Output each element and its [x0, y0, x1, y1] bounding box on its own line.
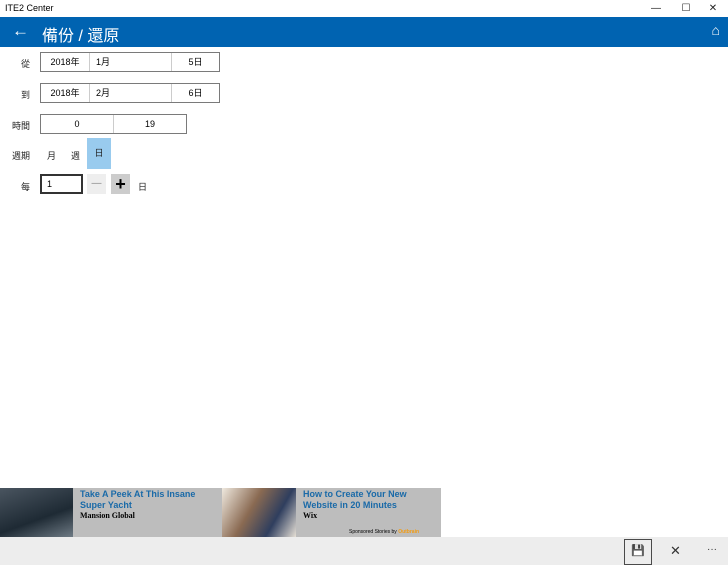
to-label: 到 [21, 90, 31, 100]
window-title: ITE2 Center [5, 3, 54, 13]
time-picker[interactable]: 0 19 [40, 114, 187, 134]
ad-title[interactable]: How to Create Your New Website in 20 Min… [303, 489, 441, 511]
sponsored-text: Sponsored Stories by [349, 529, 397, 535]
every-label: 每 [21, 182, 31, 192]
period-label: 週期 [12, 151, 31, 161]
decrement-button[interactable]: — [87, 174, 106, 194]
from-day[interactable]: 5日 [172, 53, 219, 71]
increment-button[interactable]: + [111, 174, 130, 194]
to-day[interactable]: 6日 [172, 84, 219, 102]
command-bar: 💾 ✕ ··· [0, 537, 728, 565]
close-window-button[interactable]: ✕ [698, 0, 728, 17]
maximize-button[interactable]: ☐ [671, 0, 701, 17]
time-end[interactable]: 19 [114, 115, 186, 133]
time-label: 時間 [12, 121, 31, 131]
from-month[interactable]: 1月 [90, 53, 172, 71]
more-options-icon[interactable]: ··· [707, 544, 717, 555]
ad-item-2[interactable]: How to Create Your New Website in 20 Min… [303, 489, 441, 520]
from-date-picker[interactable]: 2018年 1月 5日 [40, 52, 220, 72]
ad-source: Wix [303, 511, 318, 520]
from-label: 從 [21, 59, 31, 69]
title-bar: ITE2 Center — ☐ ✕ [0, 0, 728, 17]
outbrain-logo: Outbrain [398, 529, 420, 535]
minimize-button[interactable]: — [641, 0, 671, 17]
every-unit-label: 日 [138, 182, 148, 192]
ad-title[interactable]: Take A Peek At This Insane Super Yacht [80, 489, 215, 511]
to-month[interactable]: 2月 [90, 84, 172, 102]
period-option-month[interactable]: 月 [47, 149, 56, 162]
save-icon[interactable]: 💾 [624, 539, 652, 565]
man-eating-ad-image[interactable] [222, 488, 296, 537]
yacht-ad-image[interactable] [0, 488, 73, 537]
sponsored-footer[interactable]: Sponsored Stories by Outbrain [349, 529, 419, 535]
period-option-week[interactable]: 週 [71, 149, 80, 162]
page-title: 備份 / 還原 [42, 28, 120, 45]
from-year[interactable]: 2018年 [41, 53, 90, 71]
to-date-picker[interactable]: 2018年 2月 6日 [40, 83, 220, 103]
back-arrow-icon[interactable]: ← [12, 21, 29, 41]
period-option-day-selected[interactable]: 日 [87, 138, 111, 169]
every-input[interactable]: 1 [40, 174, 83, 194]
time-start[interactable]: 0 [41, 115, 114, 133]
home-icon[interactable]: ⌂ [712, 22, 720, 38]
ad-banner: Take A Peek At This Insane Super Yacht M… [0, 488, 441, 537]
ad-item-1[interactable]: Take A Peek At This Insane Super Yacht M… [80, 489, 215, 520]
to-year[interactable]: 2018年 [41, 84, 90, 102]
ad-source: Mansion Global [80, 511, 135, 520]
cancel-icon[interactable]: ✕ [670, 543, 681, 559]
app-header: ← 備份 / 還原 ⌂ [0, 17, 728, 47]
